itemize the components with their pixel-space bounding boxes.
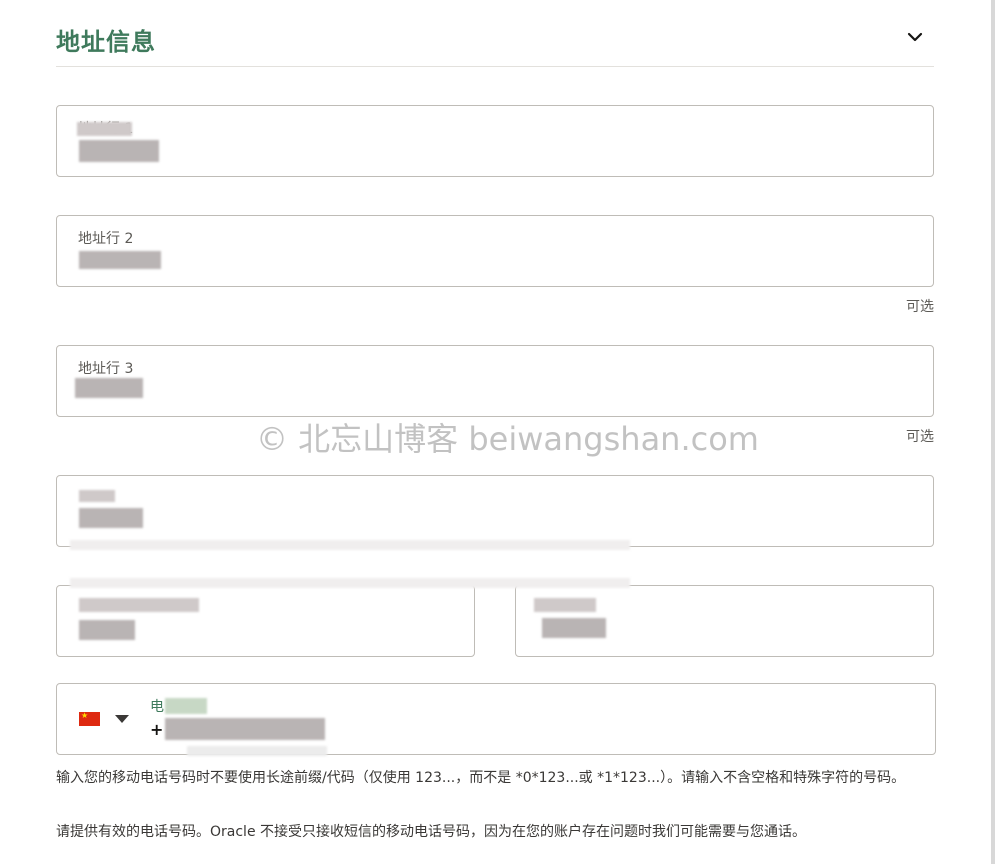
scrollbar[interactable] <box>991 0 995 864</box>
postal-code-field[interactable] <box>515 585 934 657</box>
address-line-2-label: 地址行 2 <box>78 231 134 247</box>
redacted-overlay <box>70 540 630 550</box>
chevron-down-icon[interactable] <box>906 28 924 46</box>
city-field[interactable] <box>56 475 934 547</box>
redacted-value <box>542 618 606 638</box>
redacted-label <box>79 598 199 612</box>
section-header-address[interactable]: 地址信息 <box>56 16 934 67</box>
phone-prefix: + <box>150 720 164 739</box>
redacted-value <box>77 122 132 136</box>
redacted-value <box>79 140 159 162</box>
phone-help-text-1: 输入您的移动电话号码时不要使用长途前缀/代码（仅使用 123...，而不是 *0… <box>56 770 906 786</box>
address-line-2-field[interactable]: 地址行 2 <box>56 215 934 287</box>
address-line-1-field[interactable]: 地址行 1 <box>56 105 934 177</box>
redacted-label <box>534 598 596 612</box>
phone-field[interactable]: ★ 电 + <box>56 683 936 756</box>
redacted-value <box>75 378 143 398</box>
redacted-overlay <box>187 746 327 756</box>
redacted-value <box>79 620 135 640</box>
redacted-overlay <box>70 578 630 588</box>
phone-label: 电 <box>150 699 164 715</box>
phone-help-text-2: 请提供有效的电话号码。Oracle 不接受只接收短信的移动电话号码，因为在您的账… <box>56 824 807 840</box>
country-dropdown-caret-icon[interactable] <box>115 715 129 723</box>
state-field[interactable] <box>56 585 475 657</box>
address-line-3-optional: 可选 <box>906 429 934 445</box>
address-line-2-optional: 可选 <box>906 299 934 315</box>
address-line-3-field[interactable]: 地址行 3 <box>56 345 934 417</box>
section-title: 地址信息 <box>56 28 156 56</box>
china-flag-icon[interactable]: ★ <box>79 712 100 726</box>
redacted-label <box>79 490 115 502</box>
redacted-value <box>79 251 161 269</box>
redacted-label <box>165 698 207 714</box>
address-line-3-label: 地址行 3 <box>78 361 134 377</box>
redacted-value <box>79 508 143 528</box>
redacted-value <box>165 718 325 740</box>
watermark: © 北忘山博客 beiwangshan.com <box>256 420 759 458</box>
